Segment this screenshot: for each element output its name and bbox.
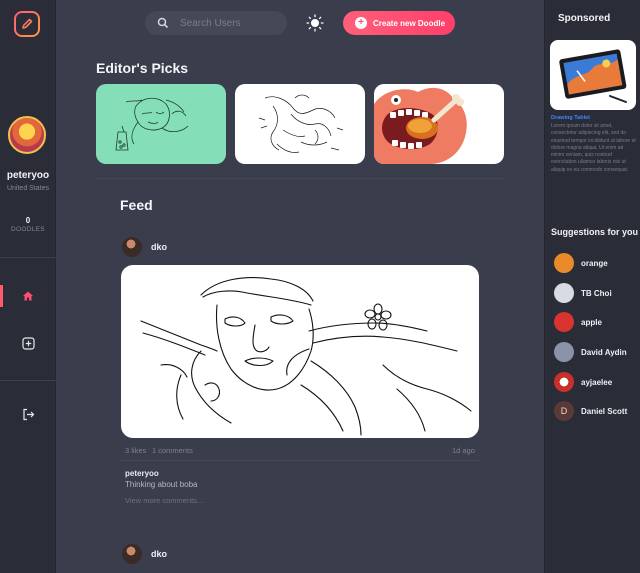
- feed-title: Feed: [120, 197, 153, 213]
- suggested-user[interactable]: apple: [554, 312, 640, 332]
- doodle-count-label: DOODLES: [11, 226, 45, 233]
- suggested-user-name: orange: [581, 258, 608, 268]
- profile-location: United States: [6, 185, 50, 192]
- plus-square-icon[interactable]: [19, 334, 37, 352]
- section-divider: [96, 178, 504, 179]
- search-input[interactable]: [180, 17, 280, 29]
- ad-image[interactable]: [550, 40, 636, 110]
- suggested-user[interactable]: TB Choi: [554, 283, 640, 303]
- view-more-comments-link[interactable]: View more comments...: [125, 496, 203, 505]
- pencil-icon: [16, 13, 38, 35]
- app-root: peteryoo United States 0 DOODLES Search …: [0, 0, 640, 573]
- suggested-user[interactable]: D Daniel Scott: [554, 401, 640, 421]
- editors-pick-card[interactable]: [235, 84, 365, 164]
- post-doodle-image[interactable]: [121, 265, 479, 438]
- sponsored-title: Sponsored: [558, 13, 611, 24]
- left-sidebar: peteryoo United States 0 DOODLES: [0, 0, 56, 573]
- post-author-name[interactable]: dko: [151, 549, 167, 559]
- theme-toggle-sun-icon[interactable]: [305, 13, 325, 33]
- profile-username: peteryoo: [6, 170, 50, 181]
- profile-avatar[interactable]: [8, 116, 46, 154]
- ad-body-text: Lorem ipsum dolor sit amet, consectetur …: [551, 123, 636, 173]
- post-divider: [121, 460, 479, 461]
- suggestions-title: Suggestions for you: [551, 227, 639, 237]
- suggested-user-avatar: [554, 312, 574, 332]
- search-bar[interactable]: [145, 11, 287, 35]
- suggested-user-name: apple: [581, 317, 602, 327]
- post-timestamp: 1d ago: [452, 446, 475, 455]
- search-icon: [157, 17, 169, 29]
- logout-icon[interactable]: [19, 405, 37, 423]
- right-panel: Sponsored Drawing Tablet Lorem ipsum dol…: [544, 0, 640, 573]
- suggested-user-avatar: [554, 253, 574, 273]
- suggested-user[interactable]: ayjaelee: [554, 372, 640, 392]
- sidebar-divider: [0, 380, 56, 381]
- suggested-user-name: TB Choi: [581, 288, 612, 298]
- create-doodle-label: Create new Doodle: [373, 18, 446, 28]
- suggested-user-avatar: [554, 283, 574, 303]
- suggested-user-avatar: [554, 342, 574, 362]
- suggested-user-avatar: [554, 372, 574, 392]
- post-author-avatar[interactable]: [122, 544, 142, 564]
- editors-pick-card[interactable]: [374, 84, 504, 164]
- suggested-user-avatar: D: [554, 401, 574, 421]
- home-icon[interactable]: [19, 287, 37, 305]
- editors-picks-title: Editor's Picks: [96, 60, 189, 76]
- ad-title-link[interactable]: Drawing Tablet: [551, 115, 590, 121]
- suggested-user-name: ayjaelee: [581, 377, 613, 387]
- suggested-user[interactable]: orange: [554, 253, 640, 273]
- plus-icon: +: [355, 17, 367, 29]
- post-author-avatar[interactable]: [122, 237, 142, 257]
- caption-text: Thinking about boba: [125, 480, 198, 489]
- app-logo[interactable]: [14, 11, 40, 37]
- post-author-name[interactable]: dko: [151, 242, 167, 252]
- post-comments-count[interactable]: 1 comments: [152, 446, 193, 455]
- post-likes-count[interactable]: 3 likes: [125, 446, 146, 455]
- caption-username[interactable]: peteryoo: [125, 469, 159, 478]
- suggested-user[interactable]: David Aydin: [554, 342, 640, 362]
- sidebar-divider: [0, 257, 56, 258]
- suggested-user-name: David Aydin: [581, 347, 627, 357]
- doodle-count: 0: [25, 216, 31, 225]
- nav-active-indicator: [0, 285, 3, 307]
- suggested-user-name: Daniel Scott: [581, 406, 628, 416]
- editors-pick-card[interactable]: [96, 84, 226, 164]
- create-doodle-button[interactable]: + Create new Doodle: [343, 11, 455, 35]
